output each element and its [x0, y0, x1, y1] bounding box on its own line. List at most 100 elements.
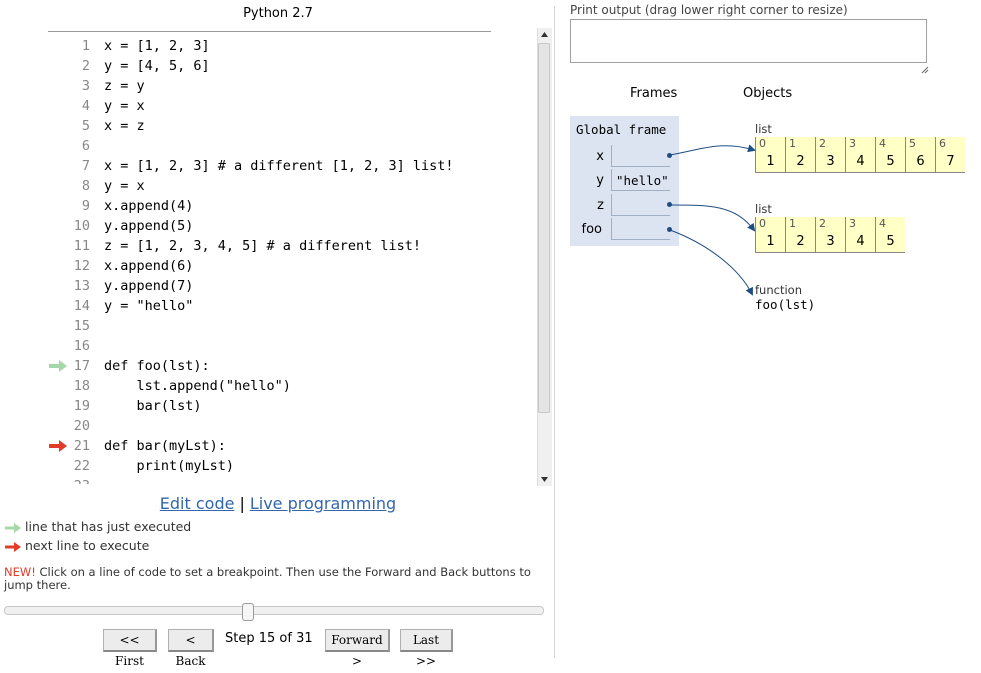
scroll-thumb[interactable] [538, 43, 550, 413]
var-name-x: x [596, 149, 604, 164]
gutter-blank [48, 176, 68, 196]
list-value: 4 [856, 154, 865, 169]
code-line[interactable]: 19 bar(lst) [48, 396, 536, 416]
red-arrow-icon [5, 541, 21, 552]
gutter-blank [48, 396, 68, 416]
code-line[interactable]: 14 y = "hello" [48, 296, 536, 316]
legend-executed-label: line that has just executed [25, 519, 192, 534]
gutter-blank [48, 416, 68, 436]
list-value: 2 [796, 234, 805, 249]
line-code: y = x [104, 178, 145, 194]
list-cell: 67 [935, 137, 965, 173]
code-line[interactable]: 1 x = [1, 2, 3] [48, 36, 536, 56]
pointer-dot-foo [667, 227, 672, 232]
line-code: x = [1, 2, 3] # a different [1, 2, 3] li… [104, 158, 454, 174]
back-button[interactable]: < Back [168, 629, 214, 668]
list-cell: 12 [785, 217, 815, 253]
list-object-2-label: list [755, 202, 772, 216]
line-code: z = [1, 2, 3, 4, 5] # a different list! [104, 238, 421, 254]
list-cell: 34 [845, 137, 875, 173]
code-line[interactable]: 18 lst.append("hello") [48, 376, 536, 396]
code-line[interactable]: 5 x = z [48, 116, 536, 136]
line-code: y = [4, 5, 6] [104, 58, 210, 74]
pointer-dot-z [667, 202, 672, 207]
line-number: 3 [81, 78, 90, 94]
code-line[interactable]: 12 x.append(6) [48, 256, 536, 276]
code-line[interactable]: 11 z = [1, 2, 3, 4, 5] # a different list… [48, 236, 536, 256]
breakpoint-notice: NEW! Click on a line of code to set a br… [4, 566, 534, 592]
code-line[interactable]: 20 [48, 416, 536, 436]
line-code: y.append(7) [104, 278, 194, 294]
line-number: 19 [73, 398, 90, 414]
line-number: 1 [81, 38, 90, 54]
code-line[interactable]: 10 y.append(5) [48, 216, 536, 236]
pointer-arrow-foo [669, 229, 753, 296]
line-number: 11 [73, 238, 90, 254]
line-code: x.append(6) [104, 258, 194, 274]
code-line[interactable]: 21 def bar(myLst): [48, 436, 536, 456]
line-number: 6 [81, 138, 90, 154]
legend-next-label: next line to execute [25, 538, 150, 553]
code-line[interactable]: 17 def foo(lst): [48, 356, 536, 376]
code-line[interactable]: 7 x = [1, 2, 3] # a different [1, 2, 3] l… [48, 156, 536, 176]
code-line[interactable]: 8 y = x [48, 176, 536, 196]
gutter-blank [48, 256, 68, 276]
live-programming-link[interactable]: Live programming [250, 494, 396, 513]
objects-header: Objects [743, 86, 793, 101]
first-button[interactable]: << First [103, 629, 157, 668]
code-line[interactable]: 3 z = y [48, 76, 536, 96]
var-name-z: z [597, 198, 604, 213]
code-line[interactable]: 23 [48, 476, 536, 484]
line-number: 10 [73, 218, 90, 234]
list-index: 0 [759, 217, 766, 230]
gutter-blank [48, 136, 68, 156]
gutter-blank [48, 216, 68, 236]
code-line[interactable]: 22 print(myLst) [48, 456, 536, 476]
line-number: 13 [73, 278, 90, 294]
list-cell: 01 [755, 137, 785, 173]
list-cell: 23 [815, 217, 845, 253]
line-code: z = y [104, 78, 145, 94]
gutter-blank [48, 236, 68, 256]
code-line[interactable]: 2 y = [4, 5, 6] [48, 56, 536, 76]
list-value: 1 [766, 154, 775, 169]
function-signature: foo(lst) [755, 297, 816, 312]
step-slider-handle[interactable] [241, 603, 254, 621]
list-value: 3 [826, 234, 835, 249]
list-cell: 56 [905, 137, 935, 173]
resize-grip-icon[interactable] [920, 65, 929, 74]
executed-line-arrow-icon [49, 360, 67, 372]
var-name-foo: foo [581, 222, 602, 237]
gutter-blank [48, 56, 68, 76]
code-line[interactable]: 6 [48, 136, 536, 156]
list-value: 7 [946, 154, 955, 169]
frames-header: Frames [630, 86, 678, 101]
print-output-box[interactable] [570, 19, 927, 63]
line-number: 16 [73, 338, 90, 354]
code-line[interactable]: 13 y.append(7) [48, 276, 536, 296]
gutter-blank [48, 196, 68, 216]
list-cell: 34 [845, 217, 875, 253]
list-index: 3 [849, 217, 856, 230]
green-arrow-icon [5, 522, 21, 533]
line-number: 12 [73, 258, 90, 274]
code-line[interactable]: 16 [48, 336, 536, 356]
line-code: def bar(myLst): [104, 438, 226, 454]
step-counter: Step 15 of 31 [225, 631, 313, 646]
panel-divider [554, 6, 555, 658]
step-slider[interactable] [4, 606, 544, 615]
gutter-blank [48, 316, 68, 336]
line-number: 18 [73, 378, 90, 394]
scroll-up-arrow-icon[interactable] [538, 28, 551, 42]
edit-code-link[interactable]: Edit code [160, 494, 235, 513]
global-frame-title: Global frame [576, 122, 667, 137]
forward-button[interactable]: Forward > [325, 629, 390, 668]
code-line[interactable]: 4 y = x [48, 96, 536, 116]
gutter-blank [48, 156, 68, 176]
code-listing: 1 x = [1, 2, 3] 2 y = [4, 5, 6] 3 z = y 4 y = x… [48, 36, 536, 484]
last-button[interactable]: Last >> [400, 629, 453, 668]
scroll-down-arrow-icon[interactable] [538, 472, 551, 486]
code-line[interactable]: 9 x.append(4) [48, 196, 536, 216]
code-line[interactable]: 15 [48, 316, 536, 336]
list-value: 3 [826, 154, 835, 169]
